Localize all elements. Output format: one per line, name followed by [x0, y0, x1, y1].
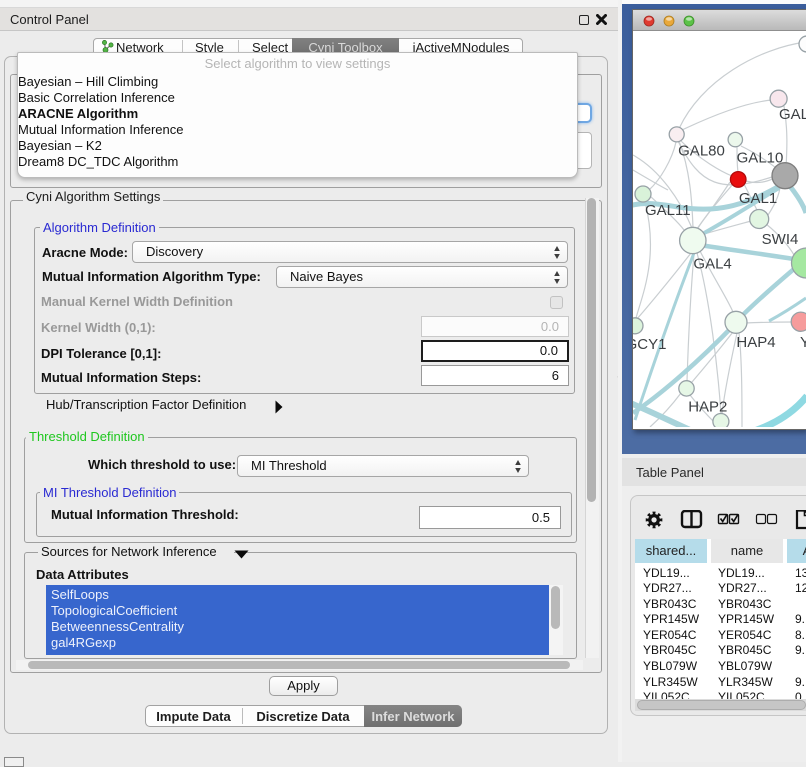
svg-text:HAP2: HAP2	[688, 399, 727, 416]
svg-text:GAL7: GAL7	[779, 106, 806, 123]
svg-text:GAL80: GAL80	[678, 143, 725, 160]
svg-text:GAL1: GAL1	[739, 190, 777, 207]
svg-text:GAL11: GAL11	[645, 202, 691, 219]
svg-text:GAL10: GAL10	[737, 150, 784, 167]
svg-text:Y: Y	[800, 334, 806, 351]
svg-text:HAP4: HAP4	[736, 334, 775, 351]
svg-text:SWI4: SWI4	[762, 231, 799, 248]
svg-text:GAL4: GAL4	[693, 256, 731, 273]
svg-text:GCY1: GCY1	[633, 336, 666, 353]
